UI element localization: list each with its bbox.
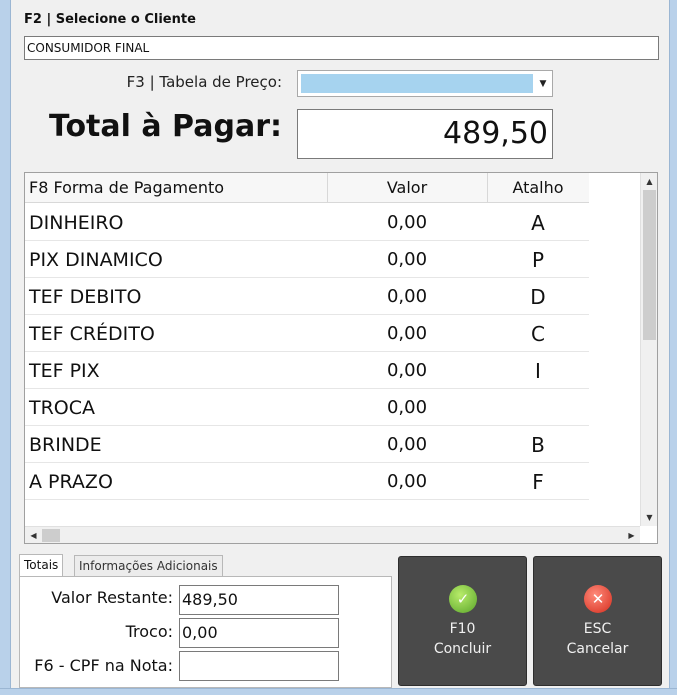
payment-name: TEF DEBITO [29,286,142,308]
payment-name: TROCA [29,397,96,419]
payment-value[interactable]: 0,00 [327,389,487,426]
table-row[interactable]: TEF CRÉDITO 0,00 C [25,315,589,352]
payment-shortcut: F [532,470,544,494]
payment-grid[interactable]: F8 Forma de Pagamento Valor Atalho DINHE… [24,172,658,544]
remaining-input[interactable]: 489,50 [179,585,339,615]
tab-informacoes-adicionais[interactable]: Informações Adicionais [74,555,223,577]
confirm-button[interactable]: ✓ F10 Concluir [398,556,527,686]
column-header-shortcut[interactable]: Atalho [487,173,589,203]
payment-name: TEF PIX [29,360,100,382]
payment-value[interactable]: 0,00 [327,278,487,315]
table-row[interactable]: TEF PIX 0,00 I [25,352,589,389]
dropdown-arrow-icon[interactable]: ▼ [534,71,552,96]
scroll-left-arrow-icon[interactable]: ◀ [25,527,42,544]
confirm-label: Concluir [433,641,492,657]
cancel-label: Cancelar [566,641,629,657]
payment-name: TEF CRÉDITO [29,323,155,345]
table-row[interactable]: BRINDE 0,00 B [25,426,589,463]
table-row[interactable]: TROCA 0,00 [25,389,589,426]
payment-name: PIX DINAMICO [29,249,163,271]
table-row[interactable]: A PRAZO 0,00 F [25,463,589,500]
payment-name: BRINDE [29,434,102,456]
price-table-label: F3 | Tabela de Preço: [126,73,282,91]
column-header-payment[interactable]: F8 Forma de Pagamento [29,173,327,203]
price-table-select[interactable]: ▼ [297,70,553,97]
change-input[interactable]: 0,00 [179,618,339,648]
payment-shortcut: P [531,248,545,272]
scroll-up-arrow-icon[interactable]: ▲ [641,173,658,190]
payment-shortcut [487,389,589,426]
payment-shortcut: I [535,359,541,383]
payment-name: A PRAZO [29,471,113,493]
scroll-right-arrow-icon[interactable]: ▶ [623,527,640,544]
totals-panel: Valor Restante: 489,50 Troco: 0,00 F6 - … [19,576,392,688]
payment-value[interactable]: 0,00 [327,352,487,389]
vertical-scrollbar[interactable]: ▲ ▼ [640,173,657,526]
vertical-scroll-thumb[interactable] [643,190,656,340]
payment-shortcut: A [531,211,545,235]
horizontal-scrollbar[interactable]: ◀ ▶ [25,526,640,543]
total-value: 489,50 [297,109,553,159]
change-label: Troco: [125,622,173,641]
cancel-button[interactable]: ✕ ESC Cancelar [533,556,662,686]
cancel-shortcut: ESC [583,621,612,637]
total-label: Total à Pagar: [48,109,282,144]
scroll-down-arrow-icon[interactable]: ▼ [641,509,658,526]
client-input[interactable]: CONSUMIDOR FINAL [24,36,659,60]
payment-value[interactable]: 0,00 [327,315,487,352]
remaining-label: Valor Restante: [51,588,173,607]
payment-name: DINHEIRO [29,212,124,234]
table-row[interactable]: TEF DEBITO 0,00 D [25,278,589,315]
window-frame-bottom [0,688,677,695]
payment-value[interactable]: 0,00 [327,463,487,500]
client-label: F2 | Selecione o Cliente [24,12,196,27]
price-table-value [301,74,533,93]
payment-shortcut: D [530,285,546,309]
payment-shortcut: C [531,322,545,346]
table-row[interactable]: DINHEIRO 0,00 A [25,204,589,241]
payment-value[interactable]: 0,00 [327,426,487,463]
close-icon: ✕ [584,585,612,613]
window-frame-right [669,0,677,695]
table-row[interactable]: PIX DINAMICO 0,00 P [25,241,589,278]
cpf-input[interactable] [179,651,339,681]
payment-shortcut: B [531,433,545,457]
confirm-shortcut: F10 [449,621,476,637]
payment-value[interactable]: 0,00 [327,241,487,278]
grid-header: F8 Forma de Pagamento Valor Atalho [25,173,589,203]
horizontal-scroll-thumb[interactable] [42,529,60,542]
column-header-value[interactable]: Valor [327,173,487,203]
cpf-label: F6 - CPF na Nota: [34,656,173,675]
window-frame-left [0,0,11,695]
tab-totais[interactable]: Totais [19,554,64,578]
payment-value[interactable]: 0,00 [327,204,487,241]
check-icon: ✓ [449,585,477,613]
